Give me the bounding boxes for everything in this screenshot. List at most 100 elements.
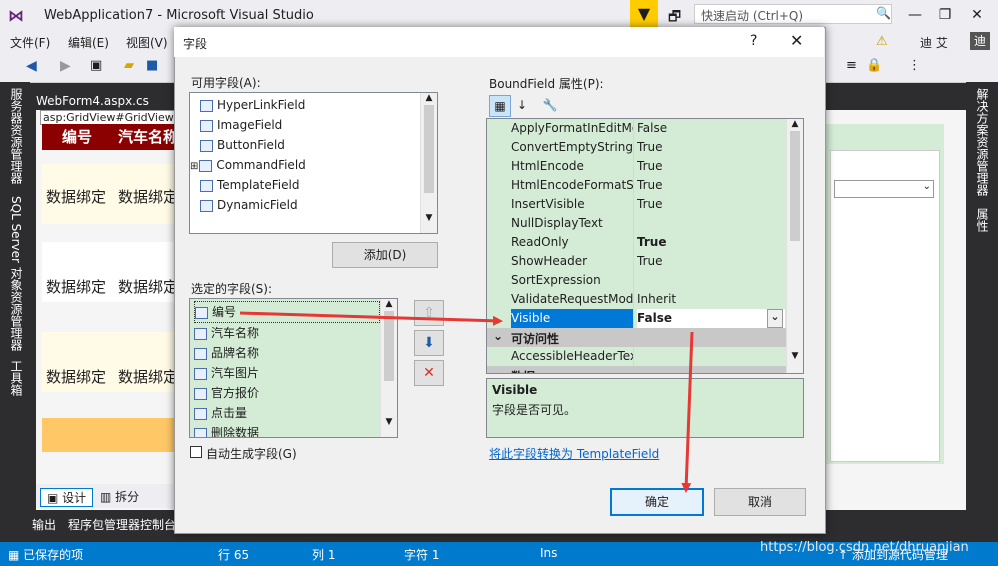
right-dropdown[interactable]: ⌄ xyxy=(834,180,934,198)
scroll-thumb[interactable] xyxy=(790,131,800,241)
scroll-down-icon[interactable]: ▼ xyxy=(421,213,437,223)
move-down-button[interactable]: ⬇ xyxy=(414,330,444,356)
category-accessibility[interactable]: ⌄ 可访问性 xyxy=(487,328,787,347)
alphabetical-icon[interactable]: ↓ xyxy=(512,95,532,115)
chevron-down-icon[interactable]: ⌄ xyxy=(767,309,783,328)
convert-to-template-link[interactable]: 将此字段转换为 TemplateField xyxy=(489,445,659,462)
property-row[interactable]: ConvertEmptyStringToNullTrue xyxy=(487,138,787,157)
collapse-icon[interactable]: ⌄ xyxy=(493,367,503,373)
collapse-icon[interactable]: ⌄ xyxy=(493,329,503,343)
delete-field-button[interactable]: ✕ xyxy=(414,360,444,386)
scroll-up-icon[interactable]: ▲ xyxy=(421,93,437,103)
output-tab[interactable]: 输出 xyxy=(32,516,56,533)
properties-tab[interactable]: 属性 xyxy=(974,208,991,232)
lock-icon[interactable]: 🔒 xyxy=(866,58,882,73)
selected-fields-list[interactable]: 编号 汽车名称 品牌名称 汽车图片 官方报价 点击量 删除数据 ▲ ▼ xyxy=(189,298,398,438)
expand-icon[interactable]: ⊞ xyxy=(190,161,198,172)
warning-icon[interactable]: ⚠ xyxy=(876,34,888,49)
menu-edit[interactable]: 编辑(E) xyxy=(68,34,109,51)
available-fields-list[interactable]: HyperLinkField ImageField ButtonField ⊞ C… xyxy=(189,92,438,234)
new-project-icon[interactable]: ▣ xyxy=(90,58,102,73)
split-tab[interactable]: ▥ 拆分 xyxy=(100,488,139,505)
search-icon[interactable]: 🔍 xyxy=(876,6,891,20)
property-row[interactable]: HtmlEncodeFormatStringTrue xyxy=(487,176,787,195)
property-row[interactable]: SortExpression xyxy=(487,271,787,290)
package-manager-tab[interactable]: 程序包管理器控制台 xyxy=(68,516,176,533)
list-item[interactable]: DynamicField xyxy=(200,195,420,215)
scroll-down-icon[interactable]: ▼ xyxy=(787,351,803,361)
solution-explorer-tab[interactable]: 解决方案资源管理器 xyxy=(974,88,991,196)
quick-launch-input[interactable]: 快速启动 (Ctrl+Q) xyxy=(694,4,892,24)
user-name[interactable]: 迪 艾 xyxy=(920,34,948,51)
property-value[interactable] xyxy=(637,214,785,233)
feedback-filter-icon[interactable]: ▼ xyxy=(630,0,658,30)
category-data[interactable]: ⌄ 数据 xyxy=(487,366,787,373)
list-item[interactable]: ButtonField xyxy=(200,135,420,155)
save-icon[interactable]: ■ xyxy=(146,58,158,73)
list-item[interactable]: 编号 xyxy=(194,301,380,323)
list-item[interactable]: 汽车图片 xyxy=(194,363,380,383)
scrollbar[interactable]: ▲ ▼ xyxy=(786,119,803,373)
menu-file[interactable]: 文件(F) xyxy=(10,34,50,51)
property-value[interactable]: True xyxy=(637,157,785,176)
move-up-button[interactable]: ⇧ xyxy=(414,300,444,326)
categorized-icon[interactable]: ▦ xyxy=(489,95,511,117)
property-value[interactable]: True xyxy=(637,176,785,195)
property-value[interactable]: False ⌄ xyxy=(637,309,785,328)
property-row[interactable]: ApplyFormatInEditModeFalse xyxy=(487,119,787,138)
forward-icon[interactable]: ▶ xyxy=(60,58,71,74)
user-avatar[interactable]: 迪 xyxy=(970,32,990,50)
list-item[interactable]: 点击量 xyxy=(194,403,380,423)
toolbar-icon-b[interactable]: ⋮ xyxy=(908,58,921,73)
minimize-button[interactable]: — xyxy=(900,4,930,26)
server-explorer-tab[interactable]: 服务器资源管理器 xyxy=(8,88,25,184)
list-item[interactable]: ImageField xyxy=(200,115,420,135)
ok-button[interactable]: 确定 xyxy=(610,488,704,516)
scroll-thumb[interactable] xyxy=(384,311,394,381)
toolbox-tab[interactable]: 工具箱 xyxy=(8,360,25,396)
open-folder-icon[interactable]: ▰ xyxy=(124,58,134,73)
property-row[interactable]: InsertVisible True xyxy=(487,195,787,214)
property-row[interactable]: ValidateRequestMode Inherit xyxy=(487,290,787,309)
property-value[interactable]: True xyxy=(637,233,785,252)
property-value[interactable] xyxy=(637,271,785,290)
property-row[interactable]: ReadOnly True xyxy=(487,233,787,252)
close-window-button[interactable]: ✕ xyxy=(962,4,992,26)
list-item[interactable]: 汽车名称 xyxy=(194,323,380,343)
scroll-down-icon[interactable]: ▼ xyxy=(381,417,397,427)
cancel-button[interactable]: 取消 xyxy=(714,488,806,516)
list-item[interactable]: 品牌名称 xyxy=(194,343,380,363)
list-item[interactable]: 官方报价 xyxy=(194,383,380,403)
add-button[interactable]: 添加(D) xyxy=(332,242,438,268)
property-value[interactable]: Inherit xyxy=(637,290,785,309)
property-pages-icon[interactable]: 🔧 xyxy=(540,95,560,115)
list-item[interactable]: 删除数据 xyxy=(194,423,380,437)
list-item[interactable]: ⊞ CommandField xyxy=(190,155,420,175)
help-button[interactable]: ? xyxy=(750,33,757,49)
scroll-up-icon[interactable]: ▲ xyxy=(787,119,803,129)
sql-server-explorer-tab[interactable]: SQL Server 对象资源管理器 xyxy=(8,196,25,351)
property-row[interactable]: Visible False ⌄ xyxy=(487,309,787,328)
list-item[interactable]: TemplateField xyxy=(200,175,420,195)
property-row[interactable]: ShowHeader True xyxy=(487,252,787,271)
list-item[interactable]: HyperLinkField xyxy=(200,95,420,115)
toolbar-icon-a[interactable]: ≡ xyxy=(846,58,857,73)
design-tab[interactable]: ▣ 设计 xyxy=(40,488,94,507)
property-value[interactable]: True xyxy=(637,138,785,157)
back-icon[interactable]: ◀ xyxy=(26,58,37,74)
property-value[interactable]: False xyxy=(637,119,785,138)
property-row[interactable]: NullDisplayText xyxy=(487,214,787,233)
property-value[interactable]: True xyxy=(637,195,785,214)
maximize-button[interactable]: ❐ xyxy=(930,4,960,26)
scroll-thumb[interactable] xyxy=(424,105,434,193)
scrollbar[interactable]: ▲ ▼ xyxy=(380,299,397,437)
scroll-up-icon[interactable]: ▲ xyxy=(381,299,397,309)
menu-view[interactable]: 视图(V) xyxy=(126,34,168,51)
scrollbar[interactable]: ▲ ▼ xyxy=(420,93,437,233)
autogenerate-checkbox[interactable] xyxy=(190,446,202,458)
property-value[interactable]: True xyxy=(637,252,785,271)
document-tab[interactable]: WebForm4.aspx.cs xyxy=(30,92,186,110)
property-row[interactable]: HtmlEncode True xyxy=(487,157,787,176)
property-row[interactable]: AccessibleHeaderText xyxy=(487,347,787,366)
close-icon[interactable]: ✕ xyxy=(790,31,803,50)
